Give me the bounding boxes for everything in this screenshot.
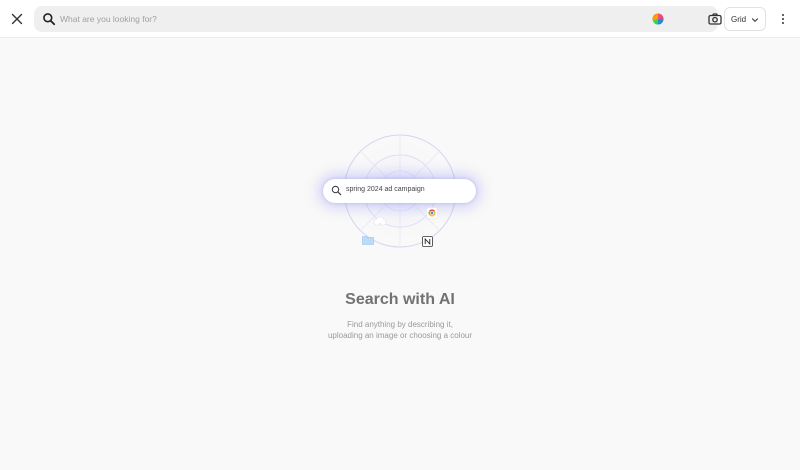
view-mode-label: Grid (731, 14, 747, 24)
folder-icon (362, 236, 374, 245)
more-vertical-icon[interactable] (775, 10, 791, 28)
chevron-down-icon (751, 18, 759, 23)
demo-query-text: spring 2024 ad campaign (346, 186, 425, 193)
color-wheel-icon[interactable] (651, 12, 665, 26)
demo-search-pill: spring 2024 ad campaign (323, 179, 476, 203)
close-button[interactable] (8, 10, 26, 28)
top-bar: Grid (0, 0, 800, 38)
cloud-icon (373, 216, 387, 226)
empty-state: spring 2024 ad campaign Search with AI F… (0, 38, 800, 470)
empty-state-subtitle-line1: Find anything by describing it, (347, 320, 453, 329)
notion-icon (422, 236, 433, 247)
search-input[interactable] (60, 6, 640, 32)
empty-state-subtitle-line2: uploading an image or choosing a colour (327, 331, 473, 340)
search-bar[interactable] (34, 6, 746, 32)
close-icon (11, 13, 23, 25)
search-icon (43, 13, 56, 26)
chrome-icon (426, 207, 438, 219)
view-mode-select[interactable]: Grid (724, 7, 766, 31)
camera-icon[interactable] (707, 11, 723, 27)
empty-state-title: Search with AI (345, 291, 455, 308)
search-icon (331, 185, 342, 196)
